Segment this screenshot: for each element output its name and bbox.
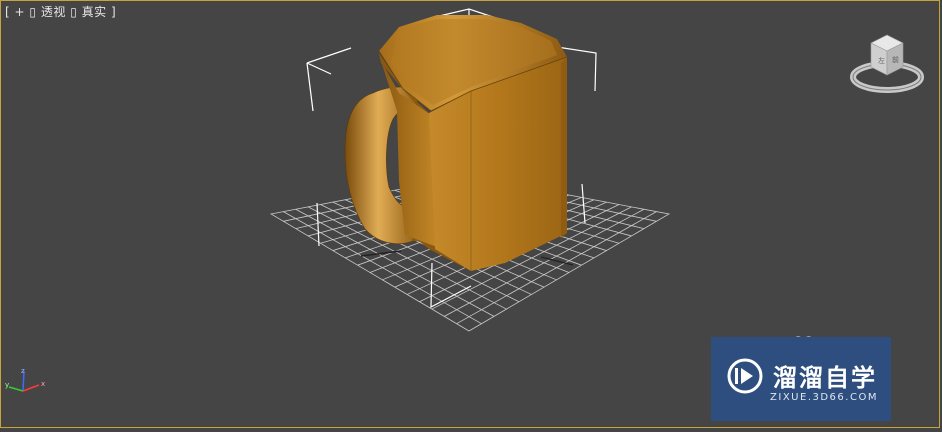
axis-x-label: x — [41, 380, 45, 388]
viewcube-icon[interactable]: 左 前 — [849, 29, 925, 99]
watermark-title: 溜溜自学 — [773, 364, 877, 392]
svg-text:左: 左 — [878, 56, 885, 65]
svg-text:前: 前 — [892, 55, 899, 64]
watermark-badge: 溜溜自学 ZIXUE.3D66.COM — [711, 337, 891, 421]
perspective-viewport[interactable]: [ + ▯ 透视 ▯ 真实 ] 左 前 z y x 溜溜自学 ZIXUE.3D6… — [0, 0, 940, 428]
play-logo-icon — [727, 358, 763, 393]
watermark-url: ZIXUE.3D66.COM — [770, 391, 878, 403]
axis-tripod-icon: z y x — [5, 367, 45, 392]
axis-y-label: y — [5, 381, 9, 389]
mug-body — [378, 15, 568, 271]
axis-z-label: z — [21, 367, 25, 375]
